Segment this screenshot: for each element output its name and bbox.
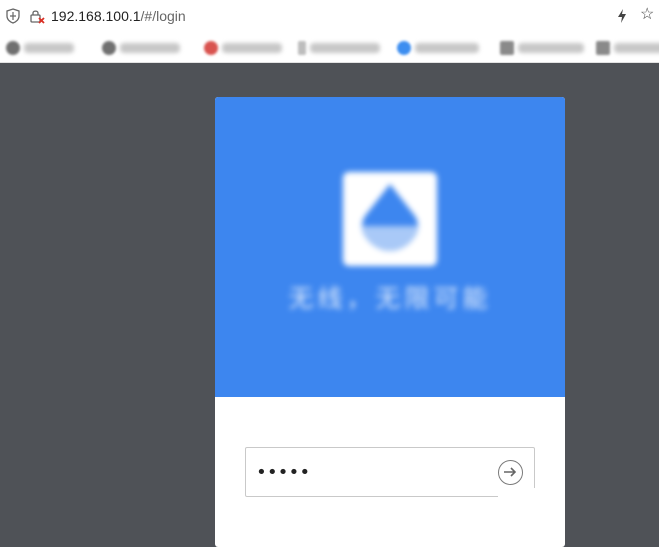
- lightning-icon[interactable]: [616, 8, 628, 24]
- slogan-text: 无线，无限可能: [288, 285, 492, 313]
- bookmark-item[interactable]: [6, 39, 74, 57]
- logo: [343, 172, 437, 266]
- bookmark-item[interactable]: [596, 39, 659, 57]
- shield-icon[interactable]: [6, 8, 20, 24]
- bookmarks-bar: [0, 33, 659, 62]
- bookmark-star-icon[interactable]: ☆: [640, 6, 654, 24]
- bookmark-favicon-icon: [102, 41, 116, 55]
- bookmark-favicon-icon: [298, 41, 306, 55]
- password-field-wrapper: [245, 447, 536, 497]
- bookmark-favicon-icon: [6, 41, 20, 55]
- url-text[interactable]: 192.168.100.1/#/login: [51, 7, 186, 25]
- bookmark-item[interactable]: [500, 39, 584, 57]
- bookmark-favicon-icon: [500, 41, 514, 55]
- url-path: /#/login: [140, 8, 186, 24]
- water-drop-icon: [362, 184, 418, 251]
- bookmark-favicon-icon: [204, 41, 218, 55]
- browser-chrome: 192.168.100.1/#/login ☆: [0, 0, 659, 63]
- login-header: 无线，无限可能: [215, 97, 565, 397]
- password-input[interactable]: [256, 448, 486, 496]
- bookmark-item[interactable]: [204, 39, 282, 57]
- login-form: [215, 397, 565, 547]
- bookmark-item[interactable]: [298, 39, 380, 57]
- arrow-right-icon: [504, 467, 517, 477]
- bookmark-item[interactable]: [102, 39, 180, 57]
- login-submit-button[interactable]: [498, 460, 523, 485]
- insecure-lock-icon[interactable]: [29, 8, 45, 24]
- bookmark-item[interactable]: [397, 39, 479, 57]
- bookmark-favicon-icon: [596, 41, 610, 55]
- bookmark-favicon-icon: [397, 41, 411, 55]
- divider: [0, 62, 659, 63]
- address-bar[interactable]: 192.168.100.1/#/login ☆: [0, 0, 659, 32]
- url-host: 192.168.100.1: [51, 8, 141, 24]
- login-card: 无线，无限可能: [215, 97, 565, 547]
